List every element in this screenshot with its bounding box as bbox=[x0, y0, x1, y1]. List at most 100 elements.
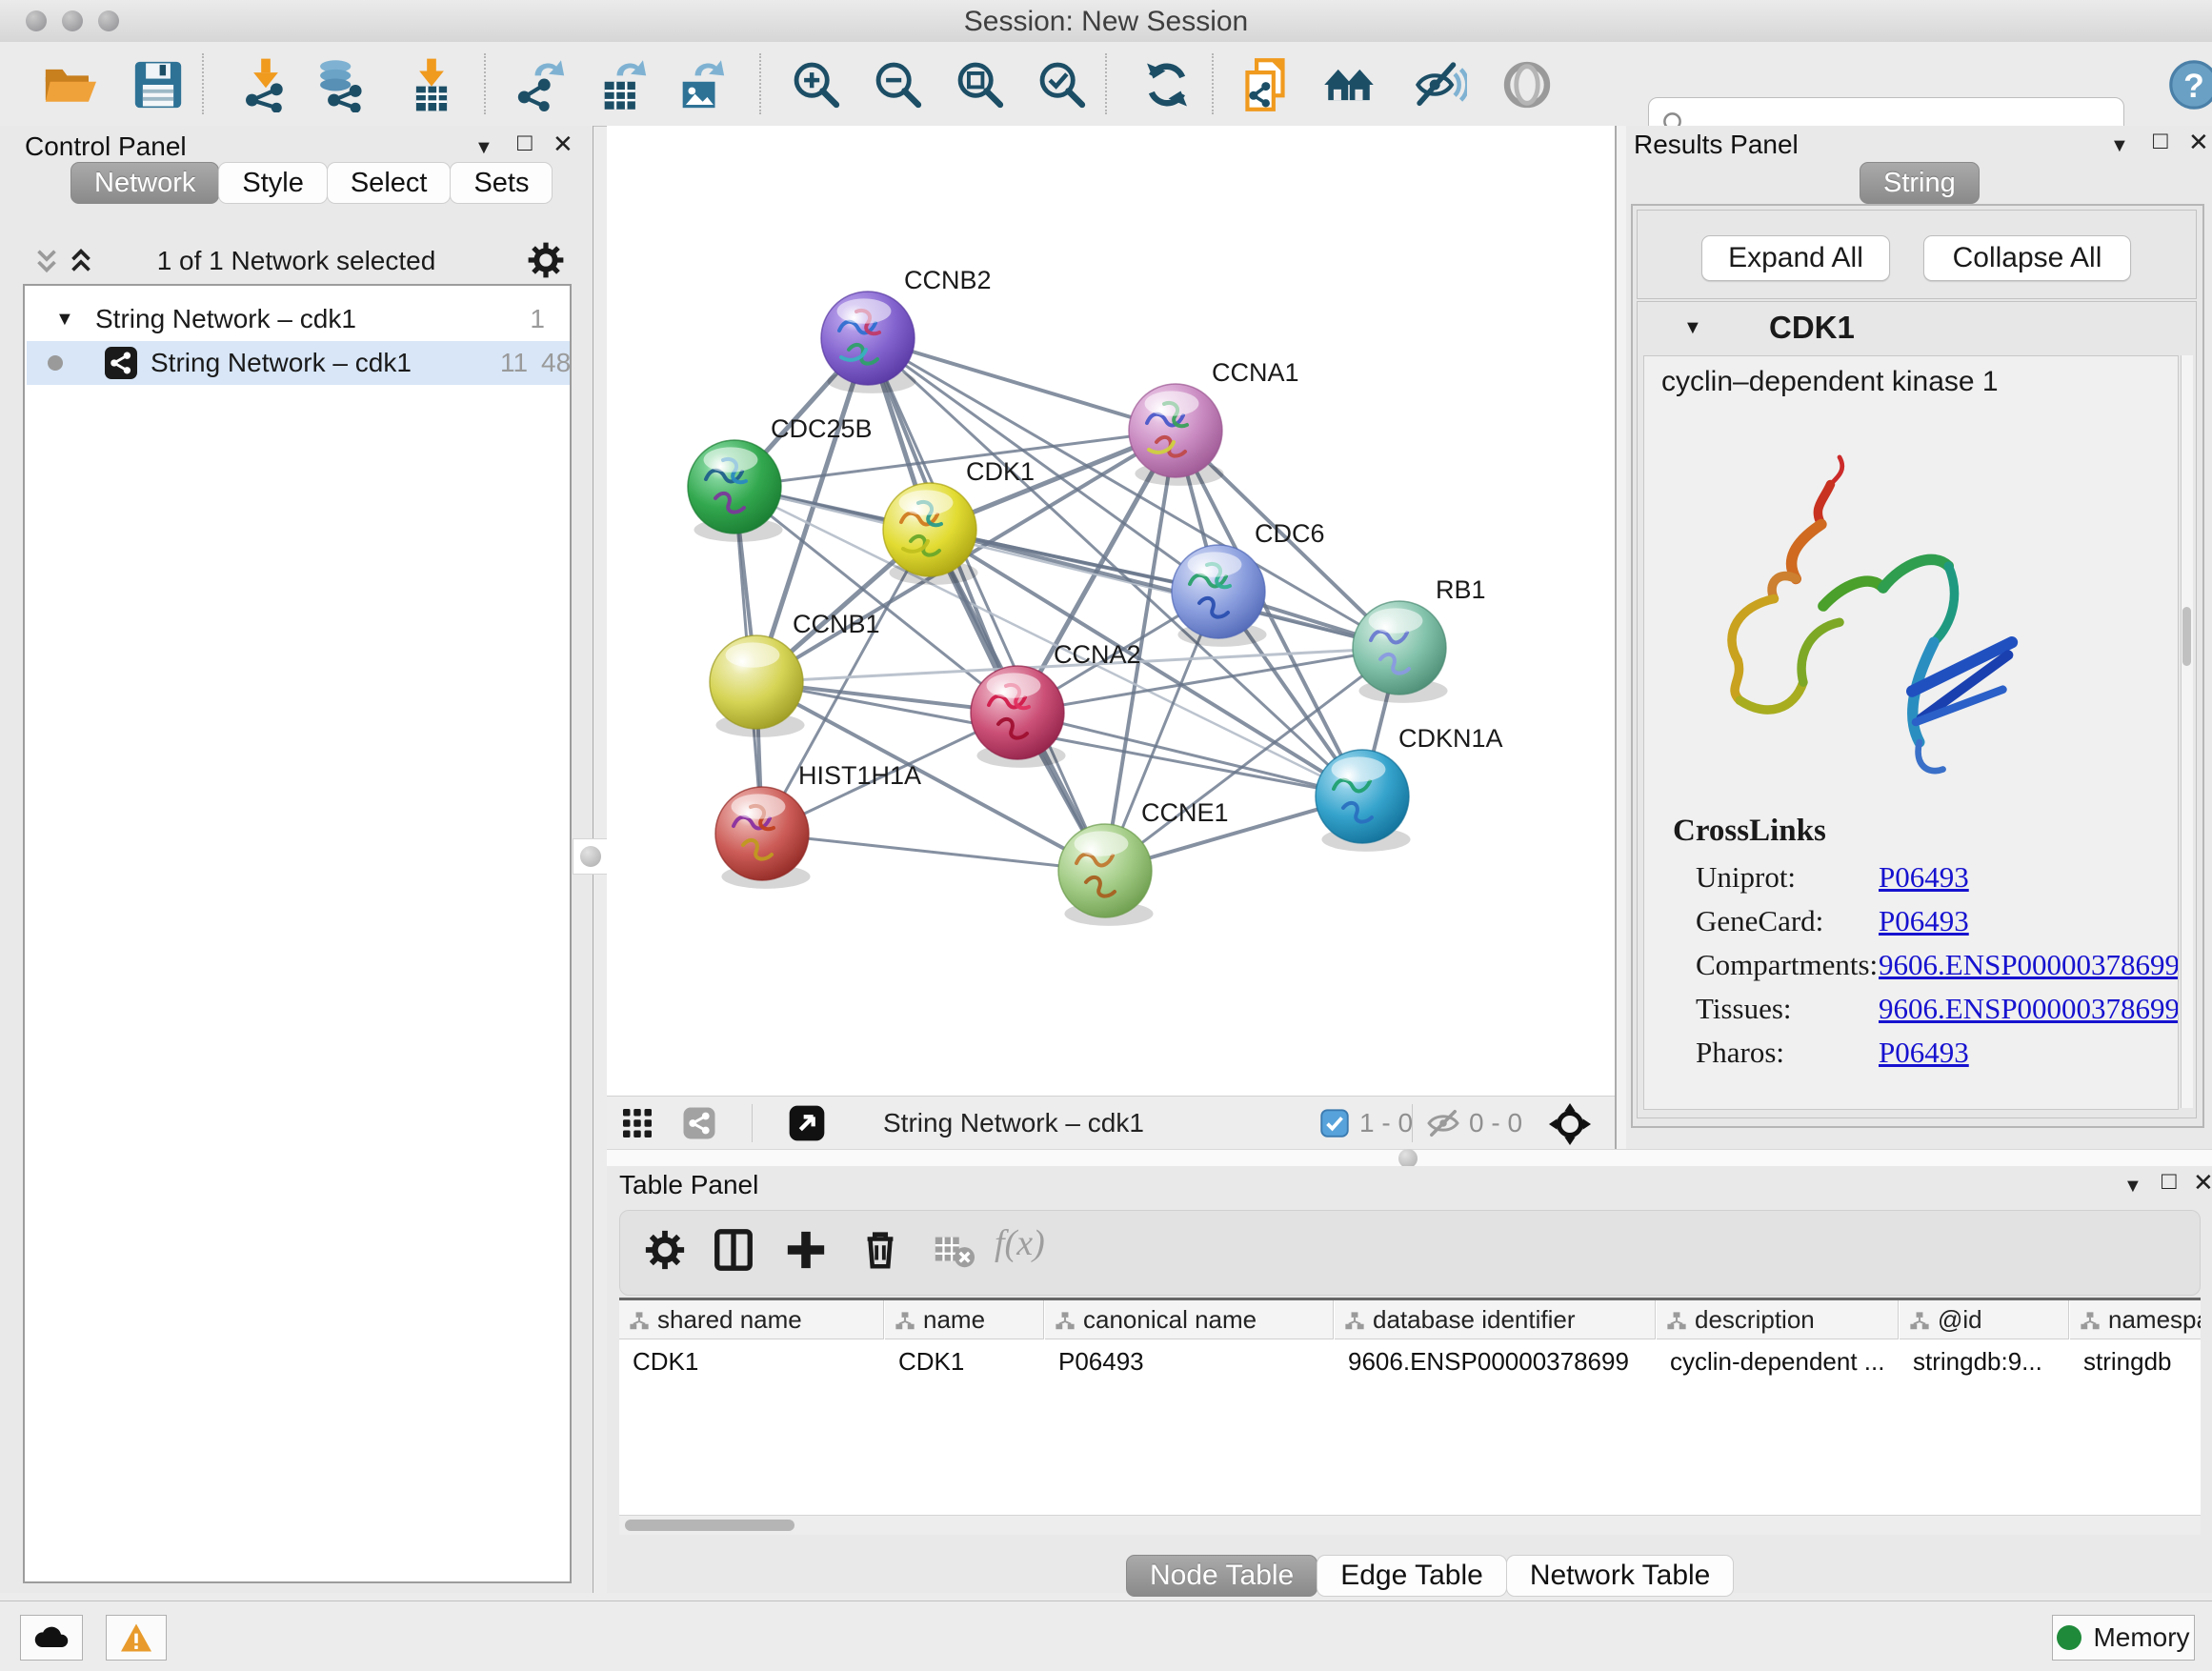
create-column-icon[interactable] bbox=[784, 1228, 832, 1276]
export-network-icon[interactable] bbox=[513, 57, 569, 112]
tab-string[interactable]: String bbox=[1860, 162, 1980, 204]
node-CCNB1[interactable] bbox=[710, 635, 805, 737]
node-HIST1H1A[interactable] bbox=[715, 787, 811, 889]
help-icon[interactable]: ? bbox=[2166, 57, 2212, 112]
fit-selected-crosshair-icon[interactable] bbox=[1548, 1102, 1592, 1151]
tab-network[interactable]: Network bbox=[70, 162, 219, 204]
open-folder-icon[interactable] bbox=[41, 57, 96, 112]
node-label-CCNA1: CCNA1 bbox=[1212, 358, 1299, 387]
tab-sets[interactable]: Sets bbox=[450, 162, 553, 204]
node-label-CDKN1A: CDKN1A bbox=[1398, 724, 1503, 753]
node-CDC6[interactable] bbox=[1172, 545, 1267, 647]
tree-expander-icon[interactable]: ▼ bbox=[55, 297, 74, 341]
column-header-6[interactable]: namespac bbox=[2070, 1300, 2201, 1339]
crosslink-compartments[interactable]: 9606.ENSP00000378699 bbox=[1879, 943, 2179, 987]
birdseye-view-icon[interactable] bbox=[788, 1104, 826, 1147]
table-panel: Table Panel ▼ □ ✕ f(x) shared nameCDK1na… bbox=[607, 1166, 2212, 1593]
edge-CDK1-RB1[interactable] bbox=[930, 530, 1399, 648]
tab-node-table[interactable]: Node Table bbox=[1126, 1555, 1317, 1597]
column-header-1[interactable]: name bbox=[885, 1300, 1044, 1339]
zoom-selected-icon[interactable] bbox=[1035, 57, 1090, 112]
houses-icon[interactable] bbox=[1321, 57, 1377, 112]
export-table-icon[interactable] bbox=[595, 57, 651, 112]
table-cell-5[interactable]: stringdb:9... bbox=[1913, 1340, 2062, 1382]
panel-close-icon[interactable]: ✕ bbox=[2193, 1170, 2212, 1195]
tab-style[interactable]: Style bbox=[218, 162, 327, 204]
collection-count: 1 bbox=[530, 297, 545, 341]
panel-close-icon[interactable]: ✕ bbox=[2188, 130, 2209, 154]
column-header-0[interactable]: shared name bbox=[619, 1300, 884, 1339]
expand-all-button[interactable]: Expand All bbox=[1701, 235, 1890, 281]
node-CCNA1[interactable] bbox=[1129, 384, 1224, 486]
network-view-type-icon[interactable] bbox=[682, 1106, 716, 1145]
panel-float-icon[interactable]: □ bbox=[2162, 1168, 2177, 1193]
node-CCNB2[interactable] bbox=[821, 292, 916, 393]
grid-view-icon[interactable] bbox=[620, 1106, 654, 1145]
network-options-gear-icon[interactable] bbox=[526, 240, 566, 285]
crosslink-pharos[interactable]: P06493 bbox=[1879, 1031, 2179, 1075]
tab-select[interactable]: Select bbox=[327, 162, 452, 204]
hide-eye-icon[interactable] bbox=[1412, 57, 1467, 112]
network-row[interactable]: String Network – cdk1 11 48 bbox=[27, 341, 570, 385]
table-cell-1[interactable]: CDK1 bbox=[898, 1340, 1037, 1382]
edge-HIST1H1A-CCNE1[interactable] bbox=[762, 834, 1105, 871]
toolbar-separator bbox=[484, 53, 486, 114]
panel-float-icon[interactable]: □ bbox=[517, 130, 533, 154]
crosslink-genecard[interactable]: P06493 bbox=[1879, 899, 2179, 943]
export-image-icon[interactable] bbox=[674, 57, 729, 112]
node-CCNE1[interactable] bbox=[1058, 824, 1154, 926]
save-session-icon[interactable] bbox=[131, 57, 186, 112]
column-header-5[interactable]: @id bbox=[1900, 1300, 2069, 1339]
selected-checkbox-icon[interactable] bbox=[1320, 1109, 1349, 1142]
network-tree: ▼ String Network – cdk1 1 String Network… bbox=[23, 284, 572, 1583]
panel-menu-icon[interactable]: ▼ bbox=[2110, 133, 2129, 158]
show-columns-icon[interactable] bbox=[712, 1228, 759, 1276]
node-RB1[interactable] bbox=[1353, 601, 1448, 703]
documents-share-icon[interactable] bbox=[1241, 57, 1297, 112]
table-hscrollbar[interactable] bbox=[619, 1515, 2201, 1535]
panel-menu-icon[interactable]: ▼ bbox=[474, 135, 493, 160]
node-CCNA2[interactable] bbox=[971, 666, 1066, 768]
memory-button[interactable]: Memory bbox=[2052, 1615, 2195, 1661]
delete-column-icon[interactable] bbox=[858, 1228, 906, 1276]
left-splitter-handle[interactable] bbox=[573, 838, 609, 875]
crosslink-tissues[interactable]: 9606.ENSP00000378699 bbox=[1879, 987, 2179, 1031]
warning-button[interactable] bbox=[106, 1615, 167, 1661]
node-CDC25B[interactable] bbox=[688, 440, 783, 542]
collapse-all-button[interactable]: Collapse All bbox=[1923, 235, 2131, 281]
import-network-icon[interactable] bbox=[238, 57, 293, 112]
results-scrollbar[interactable] bbox=[2181, 355, 2193, 1108]
cloud-button[interactable] bbox=[20, 1615, 83, 1661]
crosslink-uniprot[interactable]: P06493 bbox=[1879, 856, 2179, 899]
table-cell-2[interactable]: P06493 bbox=[1058, 1340, 1327, 1382]
panel-float-icon[interactable]: □ bbox=[2153, 128, 2168, 152]
zoom-out-icon[interactable] bbox=[871, 57, 926, 112]
node-CDKN1A[interactable] bbox=[1316, 750, 1411, 852]
import-table-icon[interactable] bbox=[404, 57, 459, 112]
tab-network-table[interactable]: Network Table bbox=[1506, 1555, 1735, 1597]
column-header-3[interactable]: database identifier bbox=[1335, 1300, 1656, 1339]
gray-sphere-icon[interactable] bbox=[1499, 57, 1547, 112]
table-cell-0[interactable]: CDK1 bbox=[633, 1340, 877, 1382]
node-CDK1[interactable] bbox=[883, 483, 978, 585]
column-header-2[interactable]: canonical name bbox=[1045, 1300, 1334, 1339]
panel-close-icon[interactable]: ✕ bbox=[553, 131, 573, 156]
import-database-icon[interactable] bbox=[312, 57, 368, 112]
network-canvas[interactable]: CCNB2CCNA1CDC25BCDK1CDC6RB1CCNB1CCNA2CDK… bbox=[607, 126, 1615, 1096]
network-collection-row[interactable]: ▼ String Network – cdk1 1 bbox=[27, 297, 570, 341]
table-cell-3[interactable]: 9606.ENSP00000378699 bbox=[1348, 1340, 1649, 1382]
tab-edge-table[interactable]: Edge Table bbox=[1317, 1555, 1507, 1597]
horizontal-splitter-handle[interactable] bbox=[1398, 1149, 1418, 1168]
zoom-in-icon[interactable] bbox=[789, 57, 844, 112]
section-expander-icon[interactable]: ▼ bbox=[1683, 317, 1702, 339]
table-gear-icon[interactable] bbox=[643, 1228, 691, 1276]
table-cell-6[interactable]: stringdb bbox=[2083, 1340, 2201, 1382]
refresh-icon[interactable] bbox=[1139, 57, 1195, 112]
toolbar-separator bbox=[752, 1104, 753, 1142]
edge-CCNB2-CCNE1[interactable] bbox=[868, 338, 1105, 871]
column-header-4[interactable]: description bbox=[1657, 1300, 1899, 1339]
table-cell-4[interactable]: cyclin-dependent ... bbox=[1670, 1340, 1892, 1382]
panel-menu-icon[interactable]: ▼ bbox=[2123, 1174, 2142, 1198]
node-table[interactable]: shared nameCDK1nameCDK1canonical nameP06… bbox=[619, 1298, 2201, 1535]
zoom-fit-icon[interactable] bbox=[953, 57, 1008, 112]
